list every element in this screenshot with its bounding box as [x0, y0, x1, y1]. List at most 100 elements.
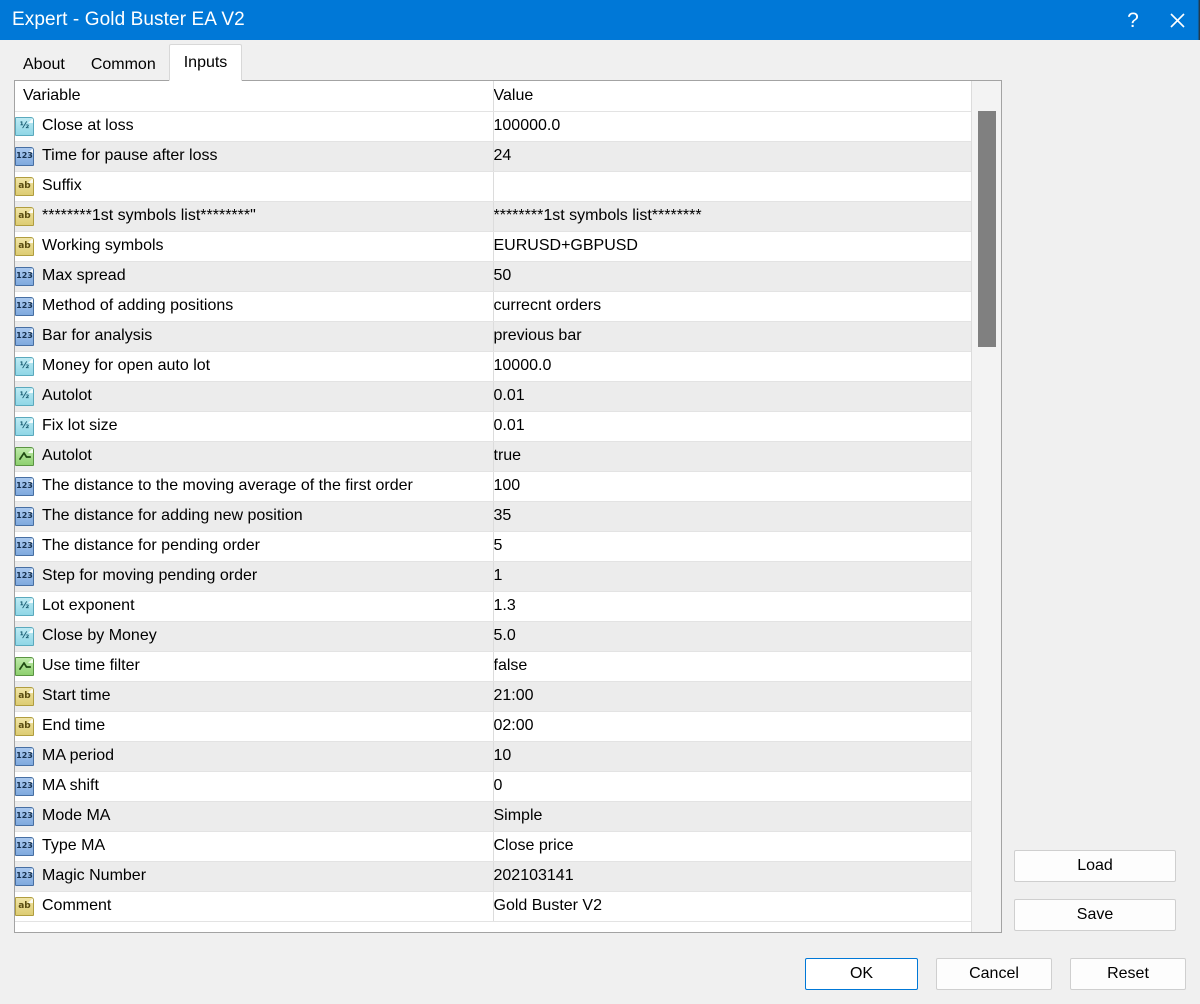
- table-row[interactable]: Autolottrue: [15, 441, 971, 471]
- cell-variable: 123Method of adding positions: [15, 291, 493, 321]
- variable-cell-content: 123The distance for pending order: [15, 532, 493, 561]
- table-row[interactable]: ab End time 02:00: [15, 711, 971, 741]
- tab-common-label: Common: [91, 56, 156, 73]
- cell-variable: ½Close at loss: [15, 111, 493, 141]
- table-row[interactable]: 123MA period10: [15, 741, 971, 771]
- table-row[interactable]: abStart time21:00: [15, 681, 971, 711]
- table-row[interactable]: ½Money for open auto lot10000.0: [15, 351, 971, 381]
- tab-about[interactable]: About: [10, 47, 78, 81]
- table-row[interactable]: 123Step for moving pending order1: [15, 561, 971, 591]
- table-row[interactable]: abSuffix: [15, 171, 971, 201]
- cell-value[interactable]: Gold Buster V2: [493, 891, 971, 921]
- table-row[interactable]: Use time filterfalse: [15, 651, 971, 681]
- str-type-icon: ab: [15, 717, 34, 736]
- variable-cell-content: 123Type MA: [15, 832, 493, 861]
- variable-cell-content: 123Step for moving pending order: [15, 562, 493, 591]
- table-row[interactable]: ab********1st symbols list********"*****…: [15, 201, 971, 231]
- cell-value[interactable]: false: [493, 651, 971, 681]
- ok-button[interactable]: OK: [805, 958, 918, 990]
- int-type-icon: 123: [15, 567, 34, 586]
- cell-value[interactable]: 02:00: [493, 711, 971, 741]
- table-row[interactable]: 123Magic Number202103141: [15, 861, 971, 891]
- side-button-group: Load Save: [1014, 850, 1176, 931]
- table-row[interactable]: 123The distance for adding new position3…: [15, 501, 971, 531]
- scrollbar-thumb[interactable]: [978, 111, 996, 347]
- cell-value[interactable]: 10: [493, 741, 971, 771]
- variable-cell-content: 123The distance for adding new position: [15, 502, 493, 531]
- header-value-label: Value: [494, 87, 534, 104]
- cell-value[interactable]: 5.0: [493, 621, 971, 651]
- variable-label: End time: [42, 718, 105, 734]
- reset-button[interactable]: Reset: [1070, 958, 1186, 990]
- value-text: 10000.0: [494, 357, 552, 374]
- variable-label: Time for pause after loss: [42, 148, 217, 164]
- variable-label: Suffix: [42, 178, 82, 194]
- cell-value[interactable]: 100000.0: [493, 111, 971, 141]
- cell-value[interactable]: Simple: [493, 801, 971, 831]
- inputs-page: Variable Value ½Close at loss100000.0123…: [0, 80, 1200, 1004]
- cell-value[interactable]: 1: [493, 561, 971, 591]
- cell-value[interactable]: 100: [493, 471, 971, 501]
- variable-label: ********1st symbols list********": [42, 208, 256, 224]
- table-row[interactable]: ½Fix lot size0.01: [15, 411, 971, 441]
- table-row[interactable]: 123Type MAClose price: [15, 831, 971, 861]
- value-text: currecnt orders: [494, 297, 602, 314]
- grid-vertical-scrollbar[interactable]: [971, 81, 1001, 932]
- cell-value[interactable]: currecnt orders: [493, 291, 971, 321]
- table-row[interactable]: abWorking symbolsEURUSD+GBPUSD: [15, 231, 971, 261]
- cell-value[interactable]: 50: [493, 261, 971, 291]
- cell-value[interactable]: 10000.0: [493, 351, 971, 381]
- load-button[interactable]: Load: [1014, 850, 1176, 882]
- table-row[interactable]: ½Close by Money5.0: [15, 621, 971, 651]
- table-row[interactable]: ½Autolot0.01: [15, 381, 971, 411]
- cell-value[interactable]: true: [493, 441, 971, 471]
- cell-value[interactable]: 35: [493, 501, 971, 531]
- table-row[interactable]: ½Lot exponent1.3: [15, 591, 971, 621]
- cell-value[interactable]: 24: [493, 141, 971, 171]
- variable-cell-content: ½Autolot: [15, 382, 493, 411]
- inputs-table: Variable Value ½Close at loss100000.0123…: [15, 81, 971, 922]
- cell-value[interactable]: previous bar: [493, 321, 971, 351]
- cell-value[interactable]: EURUSD+GBPUSD: [493, 231, 971, 261]
- cell-value[interactable]: 0: [493, 771, 971, 801]
- cell-value[interactable]: Close price: [493, 831, 971, 861]
- variable-cell-content: 123Method of adding positions: [15, 292, 493, 321]
- table-row[interactable]: 123MA shift0: [15, 771, 971, 801]
- close-button[interactable]: [1154, 0, 1200, 40]
- table-row[interactable]: 123Bar for analysisprevious bar: [15, 321, 971, 351]
- cell-value[interactable]: 0.01: [493, 411, 971, 441]
- table-row[interactable]: ½Close at loss100000.0: [15, 111, 971, 141]
- table-row[interactable]: 123Mode MASimple: [15, 801, 971, 831]
- cell-value[interactable]: ********1st symbols list********: [493, 201, 971, 231]
- cell-value[interactable]: 202103141: [493, 861, 971, 891]
- cell-value[interactable]: 5: [493, 531, 971, 561]
- table-row[interactable]: 123The distance for pending order5: [15, 531, 971, 561]
- cancel-button[interactable]: Cancel: [936, 958, 1052, 990]
- cell-value[interactable]: [493, 171, 971, 201]
- table-row[interactable]: abCommentGold Buster V2: [15, 891, 971, 921]
- tab-common[interactable]: Common: [78, 47, 169, 81]
- cell-value[interactable]: 21:00: [493, 681, 971, 711]
- double-type-icon: ½: [15, 357, 34, 376]
- int-type-icon: 123: [15, 747, 34, 766]
- variable-cell-content: ½Fix lot size: [15, 412, 493, 441]
- table-row[interactable]: 123The distance to the moving average of…: [15, 471, 971, 501]
- table-row[interactable]: 123Max spread50: [15, 261, 971, 291]
- cell-variable: Autolot: [15, 441, 493, 471]
- value-text: 202103141: [494, 867, 574, 884]
- table-row[interactable]: 123Time for pause after loss24: [15, 141, 971, 171]
- variable-cell-content: abComment: [15, 892, 493, 921]
- variable-cell-content: ab End time: [15, 712, 493, 741]
- variable-cell-content: ½Close by Money: [15, 622, 493, 651]
- tab-inputs[interactable]: Inputs: [169, 44, 243, 81]
- cell-variable: ab End time: [15, 711, 493, 741]
- cell-value[interactable]: 1.3: [493, 591, 971, 621]
- variable-label: The distance for adding new position: [42, 508, 303, 524]
- cell-value[interactable]: 0.01: [493, 381, 971, 411]
- int-type-icon: 123: [15, 297, 34, 316]
- variable-cell-content: 123Time for pause after loss: [15, 142, 493, 171]
- help-button[interactable]: ?: [1112, 0, 1154, 40]
- variable-cell-content: ½Money for open auto lot: [15, 352, 493, 381]
- table-row[interactable]: 123Method of adding positionscurrecnt or…: [15, 291, 971, 321]
- save-button[interactable]: Save: [1014, 899, 1176, 931]
